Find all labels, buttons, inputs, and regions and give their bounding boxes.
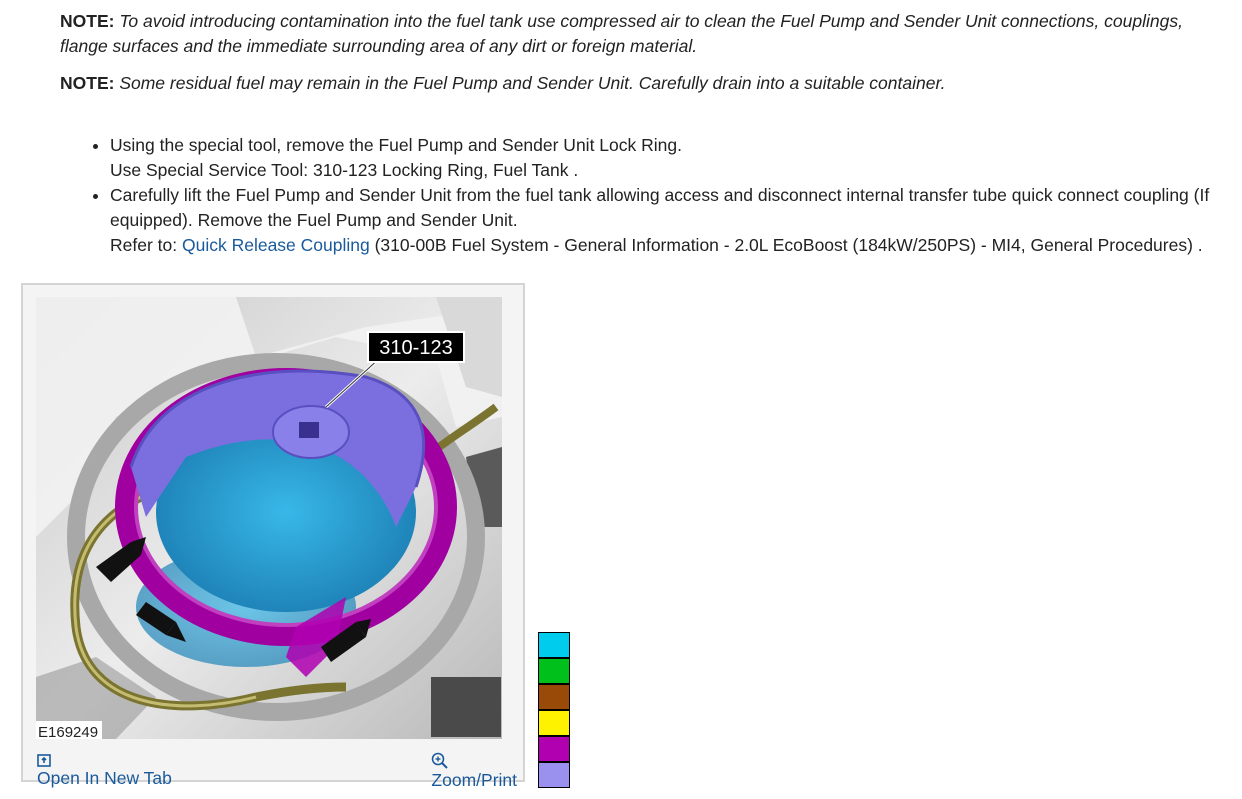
step-tool: Use Special Service Tool: 310-123 Lockin… — [110, 160, 579, 180]
figure-image[interactable]: 310-123 E169249 — [36, 297, 502, 739]
legend-swatch-green — [538, 658, 570, 684]
image-id-label: E169249 — [38, 724, 98, 739]
note-label: NOTE: — [60, 11, 115, 31]
open-new-tab-icon — [37, 754, 51, 767]
fuel-pump-illustration: 310-123 E169249 — [36, 297, 502, 739]
note-label: NOTE: — [60, 73, 115, 93]
legend-swatch-cyan — [538, 632, 570, 658]
tool-callout-label: 310-123 — [379, 337, 452, 359]
step-text: Using the special tool, remove the Fuel … — [110, 135, 682, 155]
step-text: Carefully lift the Fuel Pump and Sender … — [110, 185, 1210, 230]
note-text: Some residual fuel may remain in the Fue… — [119, 73, 946, 93]
zoom-icon — [432, 752, 449, 769]
legend-swatch-magenta — [538, 736, 570, 762]
open-in-new-tab-label: Open In New Tab — [37, 768, 172, 788]
legend-swatch-brown — [538, 684, 570, 710]
procedure-steps: Using the special tool, remove the Fuel … — [80, 133, 1242, 258]
figure-panel: 310-123 E169249 Open In New Tab Zoom/Pri… — [21, 283, 525, 790]
color-legend — [538, 632, 570, 788]
note-contamination: NOTE: To avoid introducing contamination… — [60, 9, 1210, 59]
note-residual-fuel: NOTE: Some residual fuel may remain in t… — [60, 71, 1210, 96]
legend-swatch-yellow — [538, 710, 570, 736]
open-in-new-tab-link[interactable]: Open In New Tab — [37, 752, 172, 789]
refer-suffix: (310-00B Fuel System - General Informati… — [369, 235, 1203, 255]
step-item: Using the special tool, remove the Fuel … — [110, 133, 1242, 183]
step-item: Carefully lift the Fuel Pump and Sender … — [110, 183, 1242, 258]
refer-prefix: Refer to: — [110, 235, 182, 255]
zoom-print-label: Zoom/Print — [431, 770, 517, 790]
quick-release-coupling-link[interactable]: Quick Release Coupling — [182, 235, 370, 255]
legend-swatch-lavender — [538, 762, 570, 788]
figure-actions: Open In New Tab Zoom/Print — [23, 747, 523, 790]
zoom-print-link[interactable]: Zoom/Print — [431, 752, 517, 791]
note-text: To avoid introducing contamination into … — [60, 11, 1183, 56]
